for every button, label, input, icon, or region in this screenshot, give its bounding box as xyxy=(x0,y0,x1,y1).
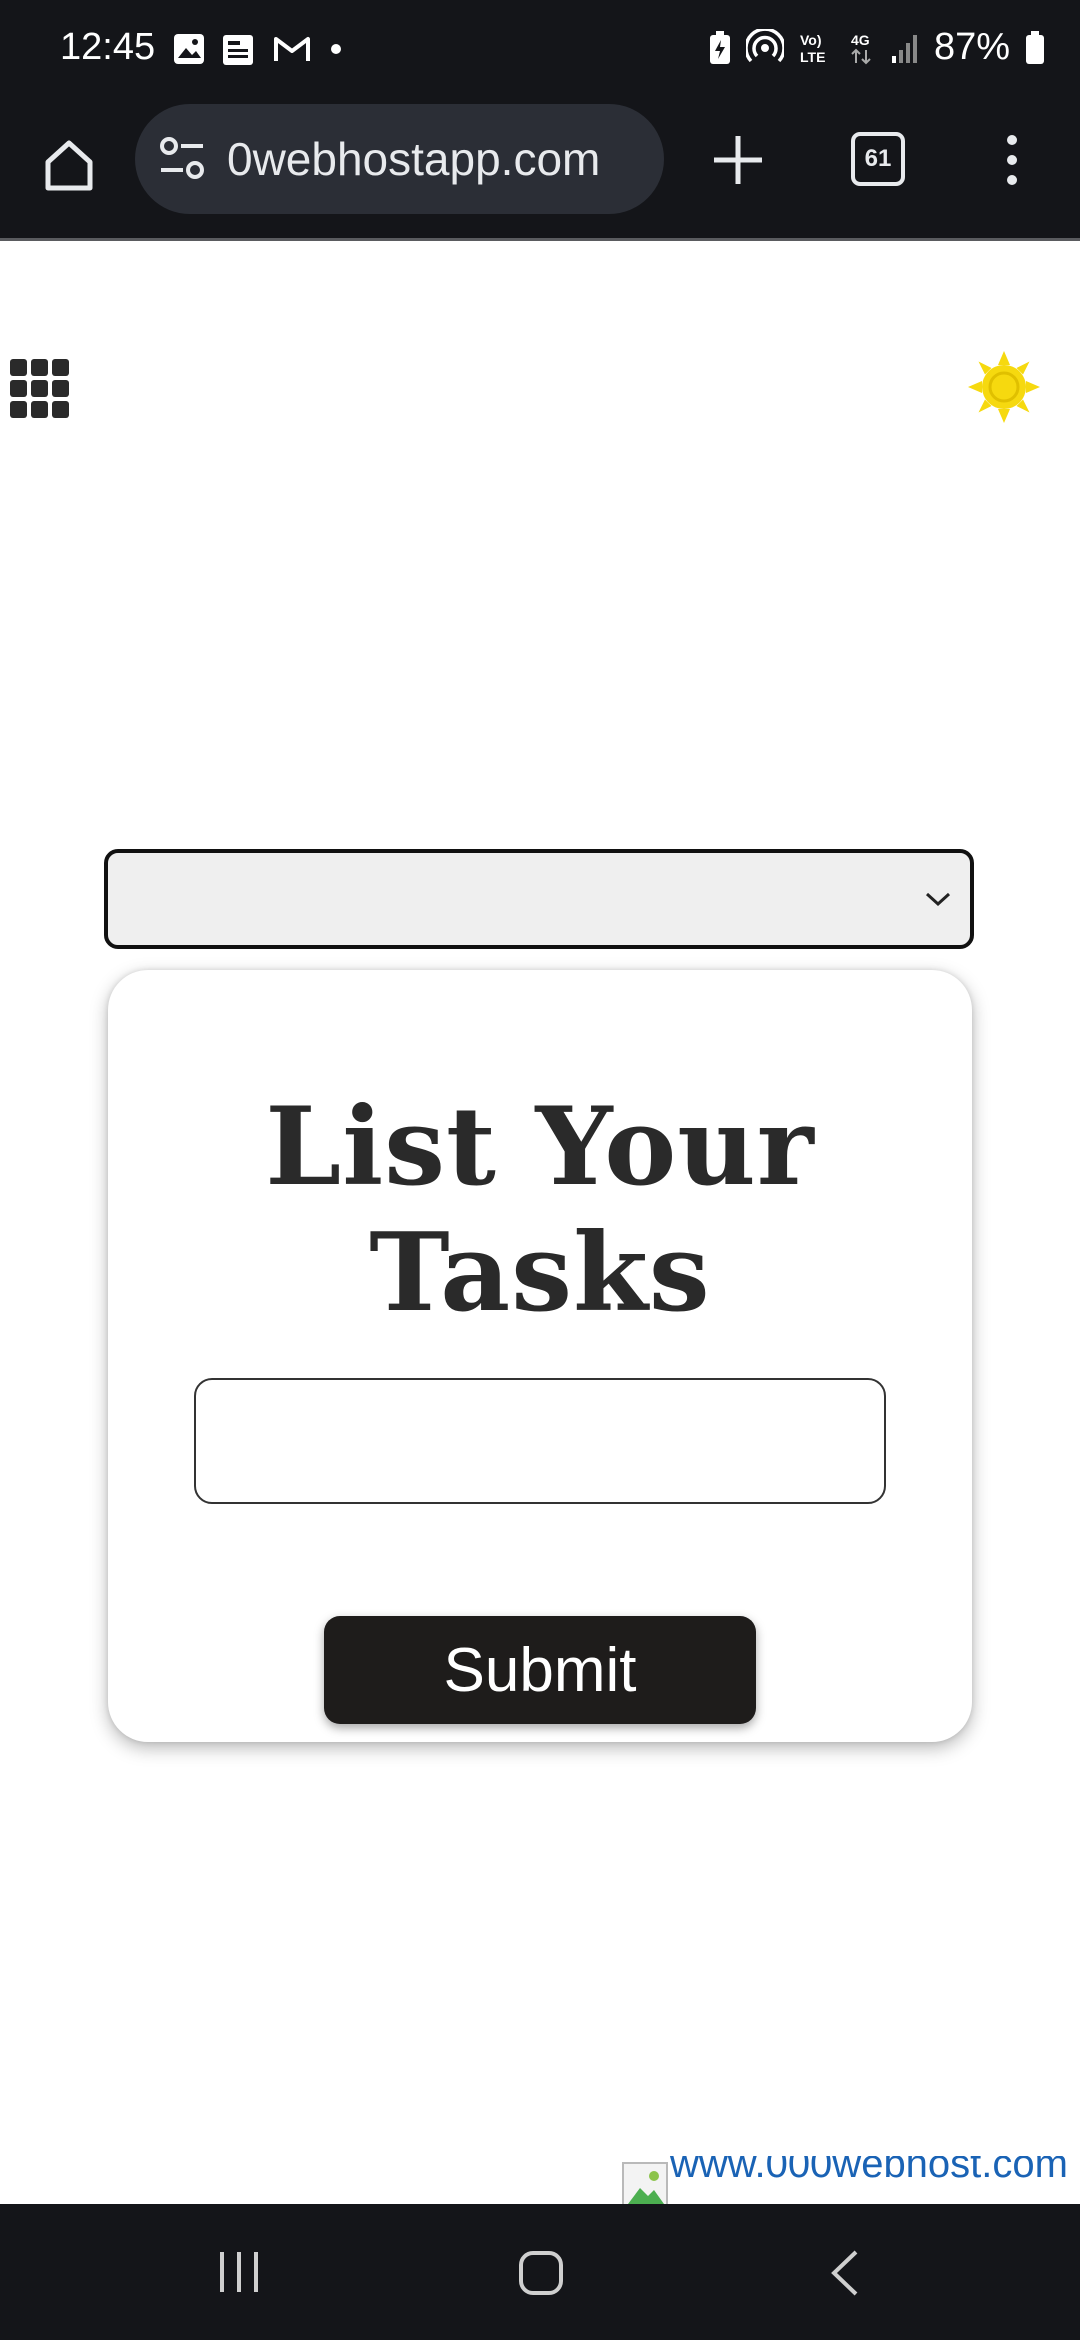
broken-image-icon xyxy=(622,2162,668,2204)
more-options-icon[interactable] xyxy=(996,130,1028,190)
hotspot-icon xyxy=(745,28,784,67)
status-bar: 12:45 Vo) LTE 4G 87% xyxy=(0,0,1080,104)
submit-button[interactable]: Submit xyxy=(324,1616,756,1724)
svg-text:4G: 4G xyxy=(851,32,870,48)
tab-count: 61 xyxy=(864,145,892,172)
task-input[interactable] xyxy=(194,1378,886,1504)
new-tab-icon[interactable] xyxy=(706,128,770,192)
site-settings-icon[interactable] xyxy=(157,132,207,186)
4g-icon: 4G xyxy=(848,30,876,66)
tab-switcher-button[interactable]: 61 xyxy=(851,132,905,186)
browser-toolbar: 0webhostapp.com 61 xyxy=(0,104,1080,238)
sun-icon[interactable] xyxy=(968,351,1040,423)
svg-text:Vo): Vo) xyxy=(800,32,822,48)
status-time: 12:45 xyxy=(60,26,156,68)
host-badge-link[interactable]: www.000webhost.com xyxy=(622,2156,1080,2204)
chevron-down-icon xyxy=(925,892,951,907)
url-text[interactable]: 0webhostapp.com xyxy=(227,132,600,186)
volte-icon: Vo) LTE xyxy=(798,30,834,66)
task-card: List Your Tasks Submit xyxy=(108,970,972,1742)
signal-icon xyxy=(890,32,920,64)
home-icon xyxy=(45,140,93,191)
home-nav-icon[interactable] xyxy=(518,2250,564,2296)
system-nav-bar xyxy=(0,2204,1080,2340)
gmail-icon xyxy=(272,33,312,65)
battery-saver-icon xyxy=(708,30,732,66)
battery-icon xyxy=(1024,30,1046,66)
gallery-icon xyxy=(172,32,206,66)
app-grid-icon[interactable] xyxy=(10,359,72,421)
notification-icons xyxy=(172,30,346,68)
address-bar[interactable]: 0webhostapp.com xyxy=(135,104,664,214)
web-page: List Your Tasks Submit www.000webhost.co… xyxy=(0,241,1080,2204)
dot-icon xyxy=(326,39,346,59)
back-icon[interactable] xyxy=(828,2248,862,2298)
news-icon xyxy=(220,30,258,68)
home-button[interactable] xyxy=(34,130,104,200)
host-badge-text[interactable]: www.000webhost.com xyxy=(670,2156,1068,2187)
system-icons: Vo) LTE 4G 87% xyxy=(708,26,1046,69)
battery-percent: 87% xyxy=(933,26,1010,68)
svg-text:LTE: LTE xyxy=(800,49,825,65)
task-category-select[interactable] xyxy=(104,849,974,949)
recents-icon[interactable] xyxy=(216,2248,262,2296)
page-title: List Your Tasks xyxy=(265,1084,815,1336)
